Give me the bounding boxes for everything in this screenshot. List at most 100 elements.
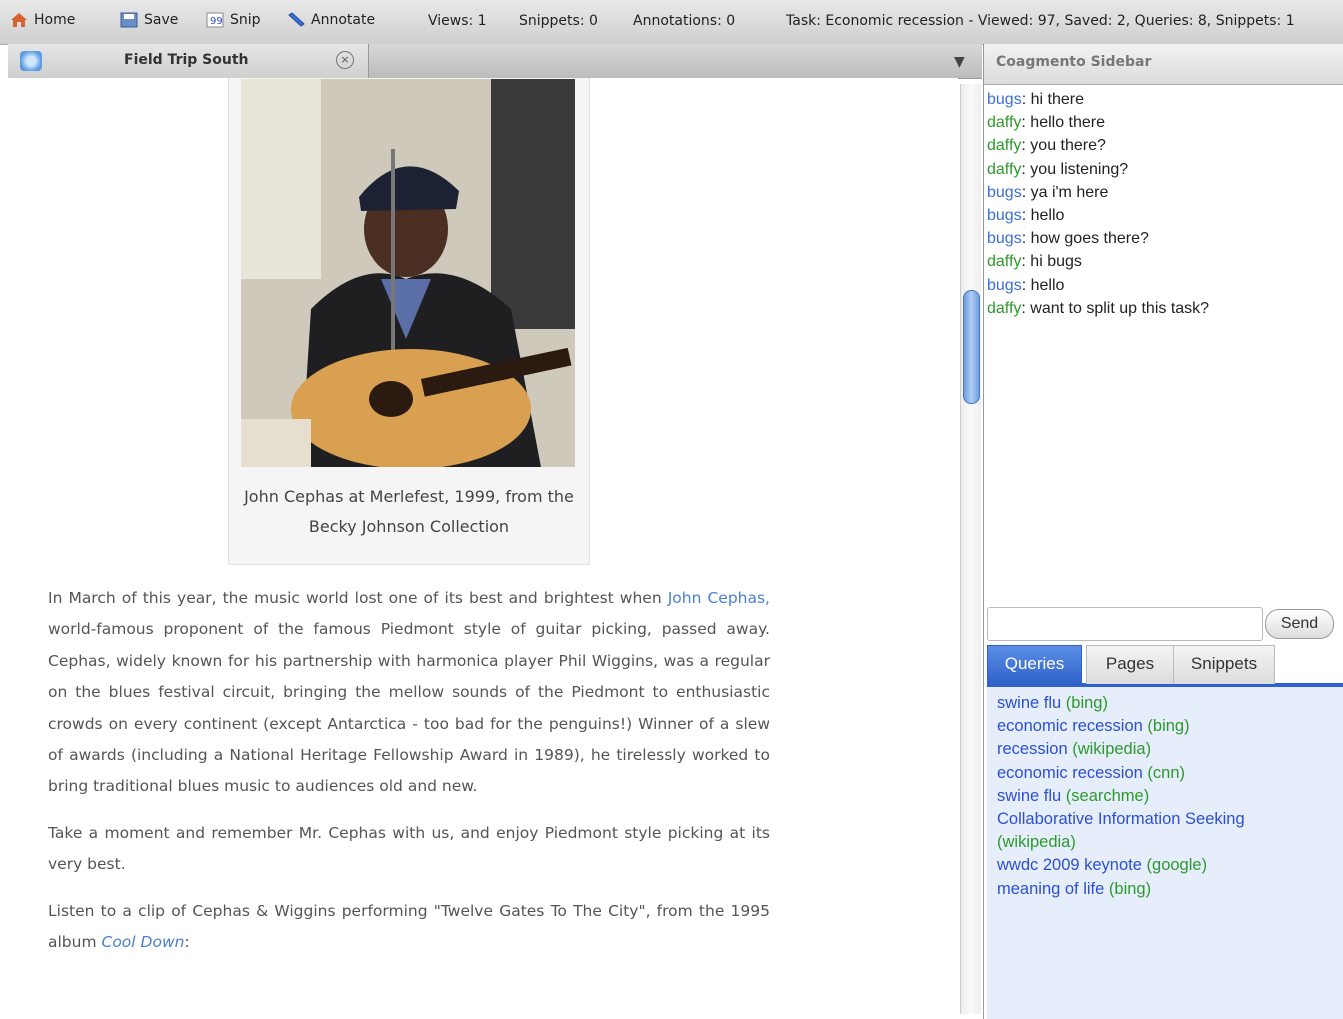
chat-message: bugs: ya i'm here <box>987 181 1337 204</box>
tab-list-menu-icon[interactable]: ▼ <box>954 54 965 70</box>
query-term[interactable]: recession <box>997 740 1068 758</box>
browser-tab-bar: Field Trip South × ▼ <box>8 44 982 79</box>
chat-text: : you there? <box>1021 137 1106 155</box>
chat-message: daffy: you listening? <box>987 158 1337 181</box>
article-body: In March of this year, the music world l… <box>48 583 770 973</box>
chat-message: daffy: want to split up this task? <box>987 297 1337 320</box>
sidebar-header: Coagmento Sidebar <box>984 44 1343 85</box>
chat-text: : hello there <box>1021 114 1106 132</box>
send-button[interactable]: Send <box>1265 609 1334 639</box>
article-paragraph-2: Take a moment and remember Mr. Cephas wi… <box>48 823 770 874</box>
query-item[interactable]: meaning of life (bing) <box>997 878 1327 901</box>
query-source: (bing) <box>1061 694 1108 712</box>
tab-field-trip-south[interactable]: Field Trip South × <box>8 44 369 78</box>
query-source: (wikipedia) <box>997 833 1076 852</box>
chat-username: bugs <box>987 276 1022 294</box>
chat-text: : how goes there? <box>1021 230 1149 248</box>
chat-message: bugs: hi there <box>987 88 1337 111</box>
save-label: Save <box>144 12 179 28</box>
svg-text:99: 99 <box>210 16 223 27</box>
query-source: (wikipedia) <box>1067 740 1152 759</box>
query-term[interactable]: economic recession <box>997 717 1143 735</box>
chat-message: daffy: hi bugs <box>987 250 1337 273</box>
close-icon[interactable]: × <box>336 51 354 69</box>
tab-queries[interactable]: Queries <box>987 645 1082 684</box>
page-content: John Cephas at Merlefest, 1999, from the… <box>8 78 958 1019</box>
query-item[interactable]: Collaborative Information Seeking (wikip… <box>997 808 1327 854</box>
caption-line-2: Becky Johnson Collection <box>308 517 510 536</box>
query-term[interactable]: swine flu <box>997 694 1061 712</box>
query-list: swine flu (bing) economic recession (bing… <box>997 692 1327 901</box>
article-paragraph-3: Listen to a clip of Cephas & Wiggins per… <box>48 896 770 959</box>
album-title[interactable]: Cool Down <box>102 933 185 951</box>
query-item[interactable]: economic recession (cnn) <box>997 762 1327 785</box>
p1-end: world-famous proponent of the famous Pie… <box>48 620 770 796</box>
annotate-label: Annotate <box>311 12 376 28</box>
snip-button[interactable]: 99 Snip <box>206 12 261 28</box>
query-source: (searchme) <box>1061 786 1150 805</box>
sidebar-tabs: Queries Pages Snippets <box>987 641 1343 687</box>
chat-username: bugs <box>987 91 1022 108</box>
annotate-button[interactable]: Annotate <box>287 12 375 28</box>
chat-username: bugs <box>987 207 1022 225</box>
tab-pages[interactable]: Pages <box>1086 645 1174 684</box>
annotations-count: Annotations: 0 <box>633 13 736 29</box>
chat-text: : hi there <box>1021 91 1084 108</box>
task-status: Task: Economic recession - Viewed: 97, S… <box>786 13 1295 29</box>
save-button[interactable]: Save <box>120 12 178 28</box>
snippets-count: Snippets: 0 <box>519 13 598 29</box>
chat-log: bugs: hi there daffy: hello there daffy: y… <box>987 88 1337 320</box>
page-scrollbar[interactable] <box>960 84 981 1014</box>
chat-username: bugs <box>987 183 1022 201</box>
john-cephas-link[interactable]: John Cephas, <box>668 589 770 607</box>
caption-line-1: John Cephas at Merlefest, 1999, from the <box>244 487 574 506</box>
chat-message: daffy: hello there <box>987 111 1337 134</box>
query-source: (cnn) <box>1142 763 1186 782</box>
home-label: Home <box>34 12 76 28</box>
query-item[interactable]: swine flu (bing) <box>997 692 1327 715</box>
chat-message: bugs: hello <box>987 274 1337 297</box>
tab-title: Field Trip South <box>124 52 249 68</box>
chat-message: daffy: you there? <box>987 134 1337 157</box>
chat-text: : hello <box>1021 276 1065 294</box>
photo-caption: John Cephas at Merlefest, 1999, from the… <box>229 482 589 542</box>
query-item[interactable]: wwdc 2009 keynote (google) <box>997 854 1327 877</box>
tab-snippets[interactable]: Snippets <box>1173 645 1275 684</box>
query-term[interactable]: wwdc 2009 keynote <box>997 856 1142 874</box>
query-item[interactable]: recession (wikipedia) <box>997 738 1327 761</box>
query-term[interactable]: economic recession <box>997 764 1143 782</box>
query-term[interactable]: swine flu <box>997 787 1061 805</box>
chat-username: daffy <box>987 137 1022 155</box>
chat-text: : hi bugs <box>1021 253 1082 271</box>
query-item[interactable]: economic recession (bing) <box>997 715 1327 738</box>
chat-username: daffy <box>987 114 1022 132</box>
sidebar-title: Coagmento Sidebar <box>996 54 1152 70</box>
chat-text: : want to split up this task? <box>1021 299 1210 317</box>
globe-icon <box>20 51 42 71</box>
chat-text: : you listening? <box>1021 160 1129 178</box>
chat-username: daffy <box>987 299 1022 317</box>
p3-end: : <box>184 933 190 952</box>
annotate-icon <box>288 12 305 27</box>
query-term[interactable]: Collaborative Information Seeking <box>997 810 1245 828</box>
save-icon <box>120 12 138 28</box>
chat-username: bugs <box>987 230 1022 248</box>
chat-username: daffy <box>987 253 1022 271</box>
query-term[interactable]: meaning of life <box>997 880 1104 898</box>
views-count: Views: 1 <box>428 13 487 29</box>
chat-text: : ya i'm here <box>1021 183 1109 201</box>
query-item[interactable]: swine flu (searchme) <box>997 785 1327 808</box>
home-button[interactable]: Home <box>10 12 75 28</box>
snip-icon: 99 <box>206 12 224 28</box>
chat-username: daffy <box>987 160 1022 178</box>
snip-label: Snip <box>230 12 261 28</box>
coagmento-toolbar: Home Save 99 Snip Annotate Views: 1 Snip… <box>0 0 1343 45</box>
home-icon <box>11 13 27 27</box>
chat-input[interactable] <box>987 607 1263 641</box>
chat-text: : hello <box>1021 207 1065 225</box>
article-paragraph-1: In March of this year, the music world l… <box>48 583 770 803</box>
scrollbar-thumb[interactable] <box>963 290 980 404</box>
photo-figure: John Cephas at Merlefest, 1999, from the… <box>228 78 590 565</box>
query-source: (bing) <box>1142 717 1190 736</box>
coagmento-sidebar: Coagmento Sidebar bugs: hi there daffy: h… <box>983 44 1343 1019</box>
